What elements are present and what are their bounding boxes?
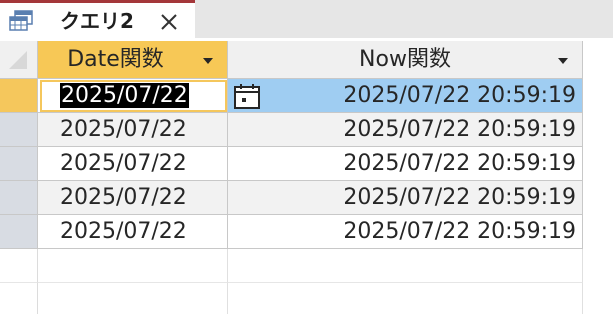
record-selector[interactable]	[0, 215, 38, 249]
table-row[interactable]: 2025/07/22 2025/07/22 20:59:19	[0, 79, 583, 113]
now-cell[interactable]: 2025/07/22 20:59:19	[228, 215, 583, 249]
now-cell-value: 2025/07/22 20:59:19	[343, 151, 576, 176]
empty-row	[0, 249, 583, 283]
table-row[interactable]: 2025/07/22 2025/07/22 20:59:19	[0, 181, 583, 215]
date-cell[interactable]: 2025/07/22	[38, 147, 228, 181]
empty-cell	[38, 249, 228, 283]
now-cell[interactable]: 2025/07/22 20:59:19	[228, 113, 583, 147]
record-selector[interactable]	[0, 113, 38, 147]
now-cell-value: 2025/07/22 20:59:19	[343, 83, 576, 108]
date-cell-value: 2025/07/22	[60, 185, 187, 210]
now-cell-value: 2025/07/22 20:59:19	[343, 117, 576, 142]
empty-cell	[228, 283, 583, 314]
column-header-date[interactable]: Date関数	[38, 41, 228, 79]
chevron-down-icon[interactable]	[558, 58, 568, 64]
tab-title: クエリ2	[60, 9, 134, 33]
record-selector[interactable]	[0, 147, 38, 181]
now-cell[interactable]: 2025/07/22 20:59:19	[228, 79, 583, 113]
column-header-now-label: Now関数	[359, 47, 451, 72]
query-tab[interactable]: クエリ2	[0, 0, 195, 38]
table-row[interactable]: 2025/07/22 2025/07/22 20:59:19	[0, 215, 583, 249]
cell-focus-outline	[40, 80, 227, 112]
empty-cell	[38, 283, 228, 314]
datasheet-grid: Date関数 Now関数 2025/07/22 2025/07/22 20:59…	[0, 41, 613, 314]
grid-blank-area	[583, 41, 613, 314]
close-icon[interactable]	[158, 11, 180, 33]
now-cell-value: 2025/07/22 20:59:19	[343, 219, 576, 244]
record-selector	[0, 249, 38, 283]
record-selector[interactable]	[0, 181, 38, 215]
table-row[interactable]: 2025/07/22 2025/07/22 20:59:19	[0, 113, 583, 147]
date-cell-value: 2025/07/22	[60, 117, 187, 142]
record-selector[interactable]	[0, 79, 38, 113]
query-icon	[9, 10, 33, 31]
column-header-date-label: Date関数	[67, 47, 164, 72]
calendar-icon[interactable]	[233, 83, 263, 110]
access-query-window: クエリ2 Date関数 Now関数 2025/07/22 2025/07/22 …	[0, 0, 613, 314]
date-cell[interactable]: 2025/07/22	[38, 113, 228, 147]
now-cell-value: 2025/07/22 20:59:19	[343, 185, 576, 210]
date-cell-value: 2025/07/22	[60, 219, 187, 244]
date-cell[interactable]: 2025/07/22	[38, 181, 228, 215]
date-cell[interactable]: 2025/07/22	[38, 215, 228, 249]
column-header-now[interactable]: Now関数	[228, 41, 583, 79]
record-selector	[0, 283, 38, 314]
document-tab-strip: クエリ2	[0, 0, 613, 38]
now-cell[interactable]: 2025/07/22 20:59:19	[228, 147, 583, 181]
chevron-down-icon[interactable]	[203, 58, 213, 64]
date-cell-value: 2025/07/22	[60, 151, 187, 176]
select-all-corner[interactable]	[0, 41, 38, 79]
empty-cell	[228, 249, 583, 283]
select-all-icon	[9, 51, 27, 69]
empty-row	[0, 283, 583, 314]
table-row[interactable]: 2025/07/22 2025/07/22 20:59:19	[0, 147, 583, 181]
now-cell[interactable]: 2025/07/22 20:59:19	[228, 181, 583, 215]
